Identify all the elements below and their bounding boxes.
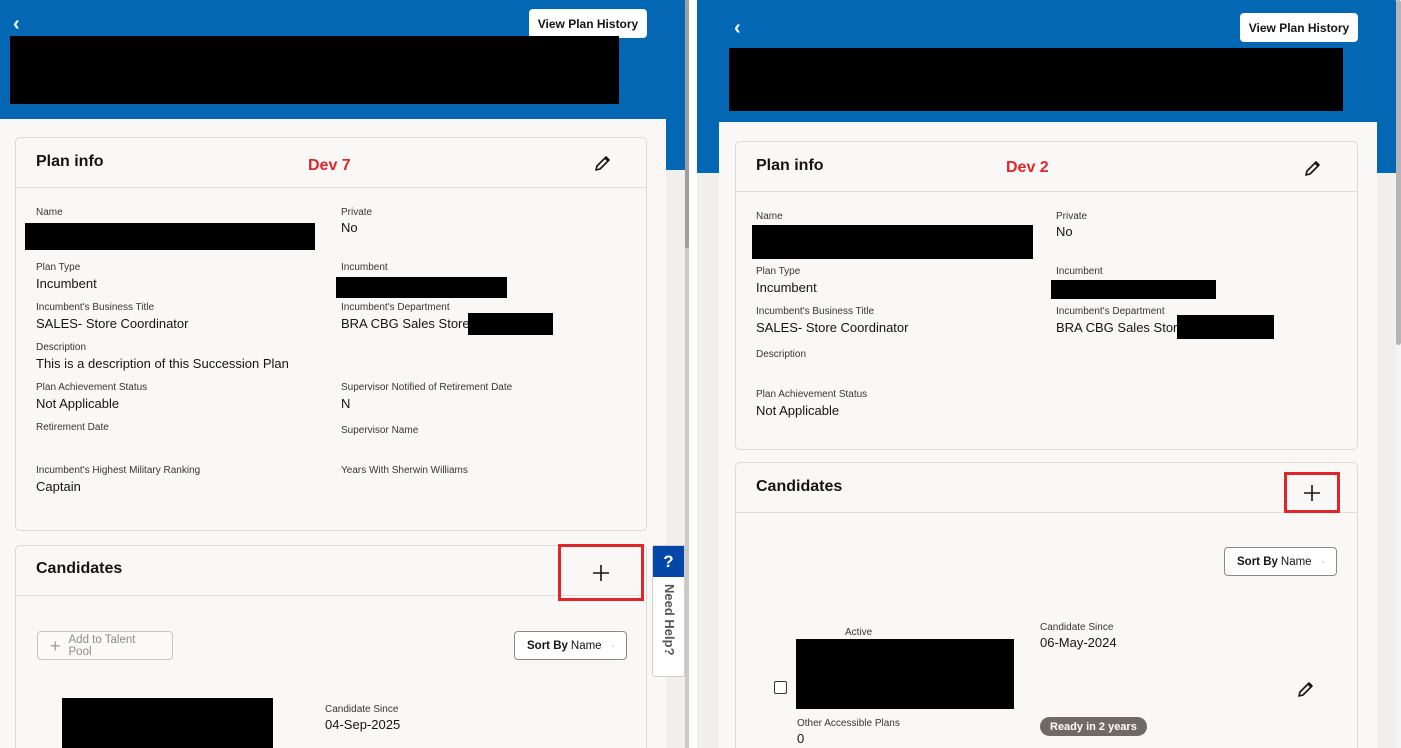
redacted-candidate-name bbox=[796, 639, 1014, 709]
incumbent-label: Incumbent bbox=[341, 262, 388, 273]
sort-by-prefix: Sort By bbox=[527, 639, 568, 652]
name-label: Name bbox=[36, 207, 63, 218]
supervisor-name-label: Supervisor Name bbox=[341, 425, 419, 436]
add-candidate-button[interactable] bbox=[1284, 472, 1340, 513]
business-title-label: Incumbent's Business Title bbox=[756, 306, 875, 317]
candidate-since-value: 04-Sep-2025 bbox=[325, 717, 401, 732]
candidate-status-label: Active bbox=[845, 627, 873, 638]
edit-pencil-icon[interactable] bbox=[1303, 158, 1323, 178]
other-plans-label: Other Accessible Plans bbox=[797, 718, 900, 729]
plan-type-value: Incumbent bbox=[756, 280, 817, 295]
private-label: Private bbox=[1056, 211, 1088, 222]
military-ranking-value: Captain bbox=[36, 479, 81, 494]
supervisor-notified-value: N bbox=[341, 396, 351, 411]
redacted-name-value bbox=[25, 223, 315, 250]
candidate-select-checkbox[interactable] bbox=[774, 681, 787, 694]
need-help-tab[interactable]: ? Need Help? bbox=[652, 545, 685, 677]
redacted-plan-title bbox=[10, 36, 619, 104]
years-with-company-label: Years With Sherwin Williams bbox=[341, 465, 468, 476]
private-value: No bbox=[1056, 224, 1073, 239]
redacted-candidate-card bbox=[62, 698, 273, 748]
description-label: Description bbox=[756, 349, 807, 360]
achievement-status-label: Plan Achievement Status bbox=[756, 389, 868, 400]
add-to-talent-pool-label: Add to Talent Pool bbox=[68, 633, 136, 658]
candidates-title: Candidates bbox=[36, 560, 123, 577]
dev-tag-label: Dev 7 bbox=[308, 157, 351, 174]
redacted-plan-title bbox=[729, 48, 1343, 111]
department-label: Incumbent's Department bbox=[341, 302, 450, 313]
business-title-label: Incumbent's Business Title bbox=[36, 302, 155, 313]
plan-info-card: Plan info Dev 2 Name Private No Plan Typ… bbox=[735, 141, 1358, 450]
name-label: Name bbox=[756, 211, 783, 222]
edit-candidate-pencil-icon[interactable] bbox=[1296, 679, 1316, 699]
candidate-since-label: Candidate Since bbox=[1040, 622, 1114, 633]
business-title-value: SALES- Store Coordinator bbox=[36, 316, 189, 331]
sort-by-prefix: Sort By bbox=[1237, 555, 1278, 568]
plus-icon bbox=[1304, 484, 1320, 501]
business-title-value: SALES- Store Coordinator bbox=[756, 320, 909, 335]
chevron-down-icon bbox=[1321, 560, 1324, 563]
left-scroll-thumb[interactable] bbox=[685, 0, 689, 248]
back-chevron-icon[interactable]: ‹ bbox=[734, 18, 741, 38]
redacted-department-suffix bbox=[468, 313, 553, 335]
redacted-department-suffix bbox=[1177, 315, 1274, 339]
candidates-card: Candidates + Add to Talent Pool Sort By … bbox=[15, 544, 647, 748]
other-plans-value: 0 bbox=[797, 731, 805, 746]
left-pane: ‹ View Plan History Plan info Dev 7 Name… bbox=[0, 0, 685, 748]
plan-info-title: Plan info bbox=[756, 157, 824, 174]
plus-icon bbox=[593, 564, 609, 581]
plan-info-card: Plan info Dev 7 Name Private No Plan Typ… bbox=[15, 137, 647, 531]
supervisor-notified-label: Supervisor Notified of Retirement Date bbox=[341, 382, 513, 393]
edit-pencil-icon[interactable] bbox=[593, 153, 613, 173]
back-chevron-icon[interactable]: ‹ bbox=[13, 14, 20, 34]
candidate-since-label: Candidate Since bbox=[325, 704, 399, 715]
sort-by-dropdown[interactable]: Sort By Name bbox=[514, 631, 627, 660]
plan-type-label: Plan Type bbox=[36, 262, 81, 273]
view-plan-history-button[interactable]: View Plan History bbox=[1240, 13, 1358, 42]
redacted-name-value bbox=[752, 225, 1033, 259]
military-ranking-label: Incumbent's Highest Military Ranking bbox=[36, 465, 201, 476]
candidates-title: Candidates bbox=[756, 478, 843, 495]
add-to-talent-pool-button[interactable]: + Add to Talent Pool bbox=[37, 631, 173, 660]
plan-type-value: Incumbent bbox=[36, 276, 97, 291]
plus-icon: + bbox=[50, 635, 61, 656]
sort-by-dropdown[interactable]: Sort By Name bbox=[1224, 547, 1337, 576]
right-pane: ‹ View Plan History Plan info Dev 2 Name… bbox=[697, 0, 1401, 748]
department-value: BRA CBG Sales Store bbox=[1056, 320, 1185, 335]
achievement-status-label: Plan Achievement Status bbox=[36, 382, 148, 393]
sort-by-value: Name bbox=[1280, 555, 1312, 568]
description-label: Description bbox=[36, 342, 87, 353]
dev-tag-label: Dev 2 bbox=[1006, 159, 1049, 176]
description-value: This is a description of this Succession… bbox=[36, 356, 289, 371]
private-label: Private bbox=[341, 207, 373, 218]
department-value: BRA CBG Sales Store P bbox=[341, 316, 482, 331]
achievement-status-value: Not Applicable bbox=[36, 396, 120, 411]
need-help-label: Need Help? bbox=[662, 584, 677, 656]
redacted-incumbent-value bbox=[1051, 280, 1216, 299]
view-plan-history-button[interactable]: View Plan History bbox=[529, 9, 647, 38]
readiness-badge: Ready in 2 years bbox=[1040, 717, 1147, 736]
pane-divider bbox=[685, 0, 697, 748]
plan-type-label: Plan Type bbox=[756, 266, 801, 277]
candidate-since-value: 06-May-2024 bbox=[1040, 635, 1117, 650]
plan-info-title: Plan info bbox=[36, 153, 104, 170]
incumbent-label: Incumbent bbox=[1056, 266, 1103, 277]
redacted-incumbent-value bbox=[336, 277, 507, 298]
right-scrollbar[interactable] bbox=[1396, 0, 1401, 748]
sort-by-value: Name bbox=[570, 639, 602, 652]
achievement-status-value: Not Applicable bbox=[756, 403, 840, 418]
department-label: Incumbent's Department bbox=[1056, 306, 1165, 317]
retirement-date-label: Retirement Date bbox=[36, 422, 109, 433]
chevron-down-icon bbox=[611, 644, 614, 647]
question-icon: ? bbox=[653, 546, 684, 577]
right-scroll-thumb[interactable] bbox=[1396, 0, 1401, 345]
candidates-card: Candidates Sort By Name Active Candidate… bbox=[735, 462, 1358, 748]
private-value: No bbox=[341, 220, 358, 235]
add-candidate-button[interactable] bbox=[558, 544, 644, 601]
